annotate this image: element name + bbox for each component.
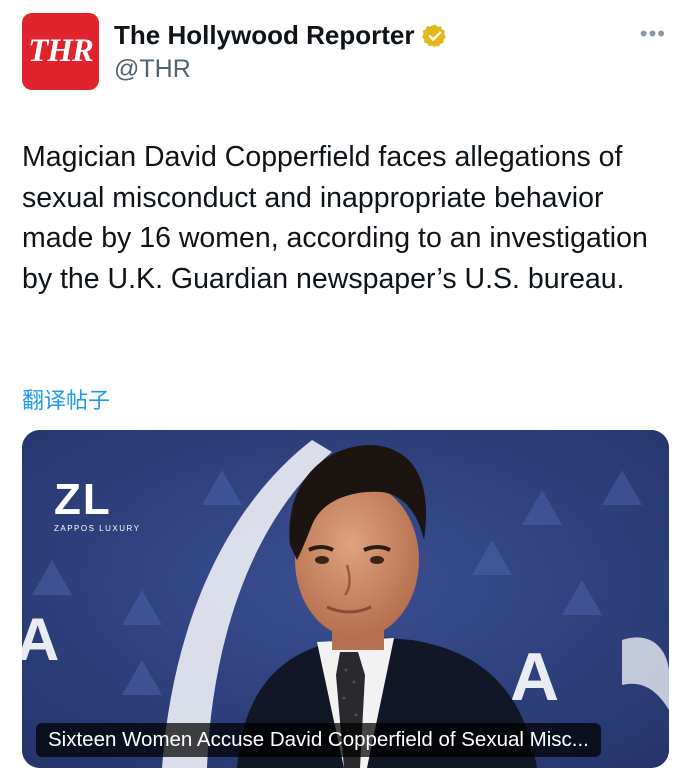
translate-post-link[interactable]: 翻译帖子 — [22, 383, 110, 415]
more-options-button[interactable]: ••• — [640, 23, 666, 45]
avatar-logo-text: THR — [28, 33, 94, 69]
verified-badge-icon — [422, 24, 447, 47]
display-name[interactable]: The Hollywood Reporter — [114, 20, 414, 51]
zl-logo-mark: ZL — [54, 475, 112, 524]
svg-text:A: A — [510, 639, 559, 715]
media-image-card[interactable]: A A ZL ZAPPOS LUXURY Sixteen Women Accus… — [22, 430, 669, 768]
svg-text:A: A — [22, 606, 59, 673]
author-name-row: The Hollywood Reporter — [114, 20, 448, 51]
zl-logo-subtext: ZAPPOS LUXURY — [54, 524, 141, 533]
user-handle[interactable]: @THR — [114, 55, 191, 84]
zappos-luxury-logo: ZL ZAPPOS LUXURY — [54, 475, 141, 534]
tweet-text: Magician David Copperfield faces allegat… — [22, 141, 648, 295]
avatar[interactable]: THR — [22, 13, 99, 90]
link-card-caption[interactable]: Sixteen Women Accuse David Copperfield o… — [36, 723, 601, 757]
tweet-card: THR The Hollywood Reporter @THR ••• Magi… — [0, 0, 690, 774]
